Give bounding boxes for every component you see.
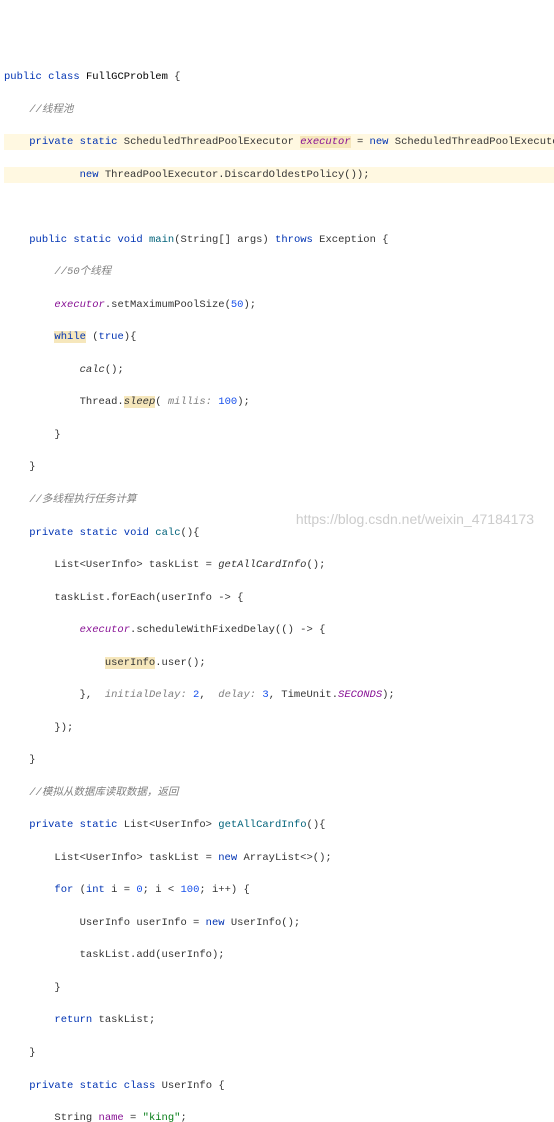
code-line: while (true){ — [4, 329, 554, 345]
code-line: String name = "king"; — [4, 1110, 554, 1122]
code-line: Thread.sleep( millis: 100); — [4, 394, 554, 410]
code-line: //线程池 — [4, 102, 554, 118]
code-line: List<UserInfo> taskList = getAllCardInfo… — [4, 557, 554, 573]
code-line: userInfo.user(); — [4, 655, 554, 671]
code-line: } — [4, 980, 554, 996]
code-line: taskList.forEach(userInfo -> { — [4, 590, 554, 606]
code-line: } — [4, 459, 554, 475]
code-line: executor.scheduleWithFixedDelay(() -> { — [4, 622, 554, 638]
code-line — [4, 199, 554, 215]
code-line: public static void main(String[] args) t… — [4, 232, 554, 248]
code-line: new ThreadPoolExecutor.DiscardOldestPoli… — [4, 167, 554, 183]
code-line: taskList.add(userInfo); — [4, 947, 554, 963]
code-line: private static ScheduledThreadPoolExecut… — [4, 134, 554, 150]
code-line: UserInfo userInfo = new UserInfo(); — [4, 915, 554, 931]
code-line: } — [4, 752, 554, 768]
code-line: } — [4, 427, 554, 443]
code-line: calc(); — [4, 362, 554, 378]
code-line: } — [4, 1045, 554, 1061]
code-line: private static class UserInfo { — [4, 1078, 554, 1094]
code-line: //50个线程 — [4, 264, 554, 280]
code-line: private static List<UserInfo> getAllCard… — [4, 817, 554, 833]
code-line: //模拟从数据库读取数据，返回 — [4, 785, 554, 801]
code-line: List<UserInfo> taskList = new ArrayList<… — [4, 850, 554, 866]
code-editor[interactable]: public class FullGCProblem { //线程池 priva… — [0, 49, 554, 1122]
code-line: for (int i = 0; i < 100; i++) { — [4, 882, 554, 898]
code-line: }); — [4, 720, 554, 736]
code-line: executor.setMaximumPoolSize(50); — [4, 297, 554, 313]
code-line: return taskList; — [4, 1012, 554, 1028]
code-line: //多线程执行任务计算 — [4, 492, 554, 508]
code-line: }, initialDelay: 2, delay: 3, TimeUnit.S… — [4, 687, 554, 703]
code-line: public class FullGCProblem { — [4, 69, 554, 85]
watermark: https://blog.csdn.net/weixin_47184173 — [296, 509, 534, 531]
